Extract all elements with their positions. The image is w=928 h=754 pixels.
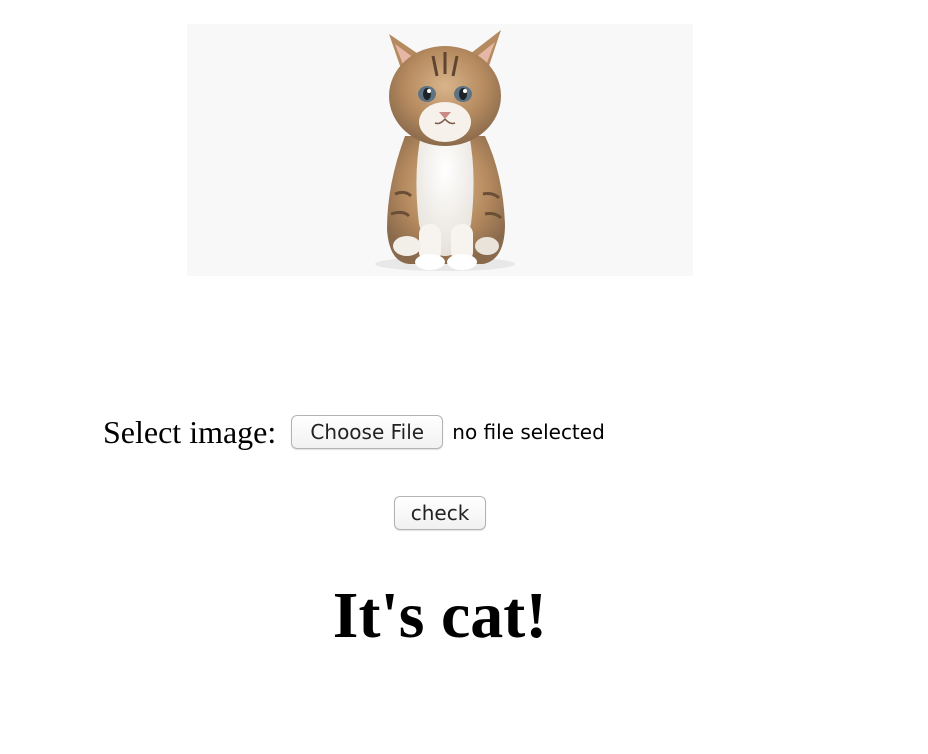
result-heading: It's cat!	[332, 579, 548, 652]
kitten-photo	[375, 30, 515, 271]
select-image-label: Select image:	[103, 414, 277, 450]
upload-row: Select image: Choose File no file select…	[103, 412, 605, 452]
choose-file-button[interactable]: Choose File	[291, 415, 444, 449]
check-button[interactable]: check	[394, 496, 486, 530]
file-status-text: no file selected	[452, 420, 605, 444]
image-preview	[187, 24, 693, 276]
